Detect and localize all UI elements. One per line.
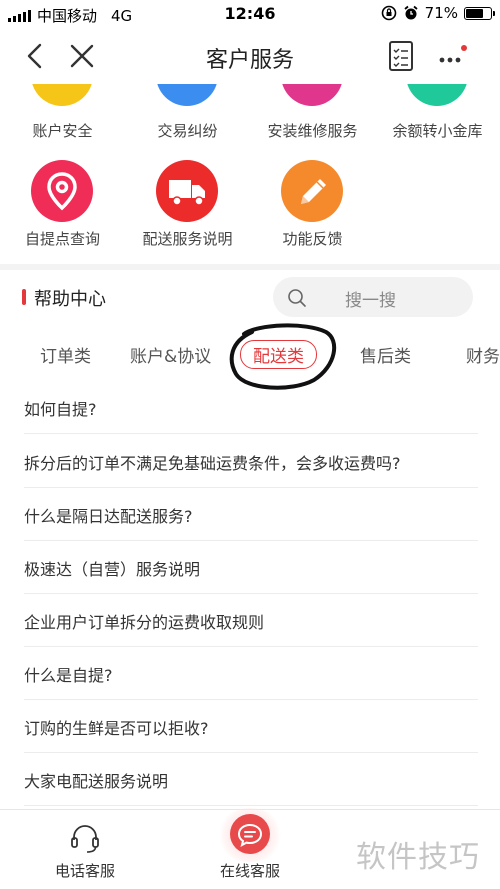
alarm-icon [404, 5, 418, 20]
faq-item[interactable]: 大家电配送服务说明 [24, 752, 478, 806]
service-label: 账户安全 [32, 122, 93, 140]
watermark-text: 软件技巧 [356, 840, 480, 875]
search-placeholder: 搜一搜 [345, 291, 396, 311]
status-right: 71% [381, 4, 495, 22]
service-label: 余额转小金库 [392, 122, 483, 140]
service-grid: 账户安全 交易纠纷 安装维修服务 余额转小金库 自提点查询 配送服务说明 功能反… [0, 84, 500, 264]
page-title: 客户服务 [205, 48, 294, 73]
rotation-lock-icon [381, 5, 396, 21]
tab-finance[interactable]: 财务 [466, 342, 500, 367]
online-service-button[interactable]: 在线客服 [195, 808, 305, 889]
faq-question: 订购的生鲜是否可以拒收? [24, 719, 209, 738]
faq-item[interactable]: 订购的生鲜是否可以拒收? [24, 699, 478, 753]
category-tabs: 订单类 账户&协议 配送类 售后类 财务 [0, 330, 500, 378]
tab-orders[interactable]: 订单类 [40, 342, 91, 367]
section-divider [0, 264, 500, 270]
tab-after-sales[interactable]: 售后类 [360, 342, 411, 367]
location-pin-icon [31, 160, 93, 222]
battery-icon [464, 6, 495, 20]
battery-percent: 71% [424, 4, 458, 22]
chat-bubble-icon [230, 814, 270, 854]
faq-question: 如何自提? [24, 400, 97, 419]
search-input[interactable]: 搜一搜 [273, 277, 473, 317]
tab-account-agreement[interactable]: 账户&协议 [130, 342, 211, 367]
online-service-label: 在线客服 [219, 862, 280, 880]
service-label: 自提点查询 [24, 230, 100, 248]
faq-question: 极速达（自营）服务说明 [24, 560, 201, 579]
help-center-title: 帮助中心 [34, 289, 106, 310]
tab-delivery[interactable]: 配送类 [240, 340, 317, 369]
battery-fill [466, 8, 484, 18]
pencil-icon [281, 160, 343, 222]
more-menu-icon[interactable] [436, 42, 470, 70]
balance-transfer-icon [406, 84, 468, 106]
status-bar: 中国移动 4G 12:46 71% [0, 0, 500, 28]
account-security-icon [31, 84, 93, 106]
faq-question: 什么是自提? [24, 666, 113, 685]
faq-question: 大家电配送服务说明 [24, 772, 169, 791]
faq-item[interactable]: 什么是自提? [24, 646, 478, 700]
faq-question: 什么是隔日达配送服务? [24, 507, 193, 526]
truck-icon [156, 160, 218, 222]
help-center-marker [22, 289, 26, 305]
faq-item[interactable]: 企业用户订单拆分的运费收取规则 [24, 593, 478, 647]
order-list-icon[interactable] [388, 40, 414, 72]
service-label: 功能反馈 [282, 230, 343, 248]
faq-item[interactable]: 极速达（自营）服务说明 [24, 540, 478, 594]
faq-item[interactable]: 如何自提? [24, 380, 478, 434]
install-repair-icon [281, 84, 343, 106]
service-label: 安装维修服务 [267, 122, 358, 140]
service-label: 配送服务说明 [142, 230, 233, 248]
search-icon [288, 289, 306, 307]
faq-question: 企业用户订单拆分的运费收取规则 [24, 613, 265, 632]
transaction-dispute-icon [156, 84, 218, 106]
phone-service-label: 电话客服 [54, 862, 115, 880]
nav-bar: 客户服务 [0, 28, 500, 84]
phone-service-button[interactable]: 电话客服 [30, 810, 140, 889]
faq-item[interactable]: 什么是隔日达配送服务? [24, 487, 478, 541]
faq-item[interactable]: 拆分后的订单不满足免基础运费条件，会多收运费吗? [24, 434, 478, 488]
service-label: 交易纠纷 [157, 122, 218, 140]
faq-question: 拆分后的订单不满足免基础运费条件，会多收运费吗? [24, 454, 401, 473]
headset-icon [71, 825, 99, 853]
